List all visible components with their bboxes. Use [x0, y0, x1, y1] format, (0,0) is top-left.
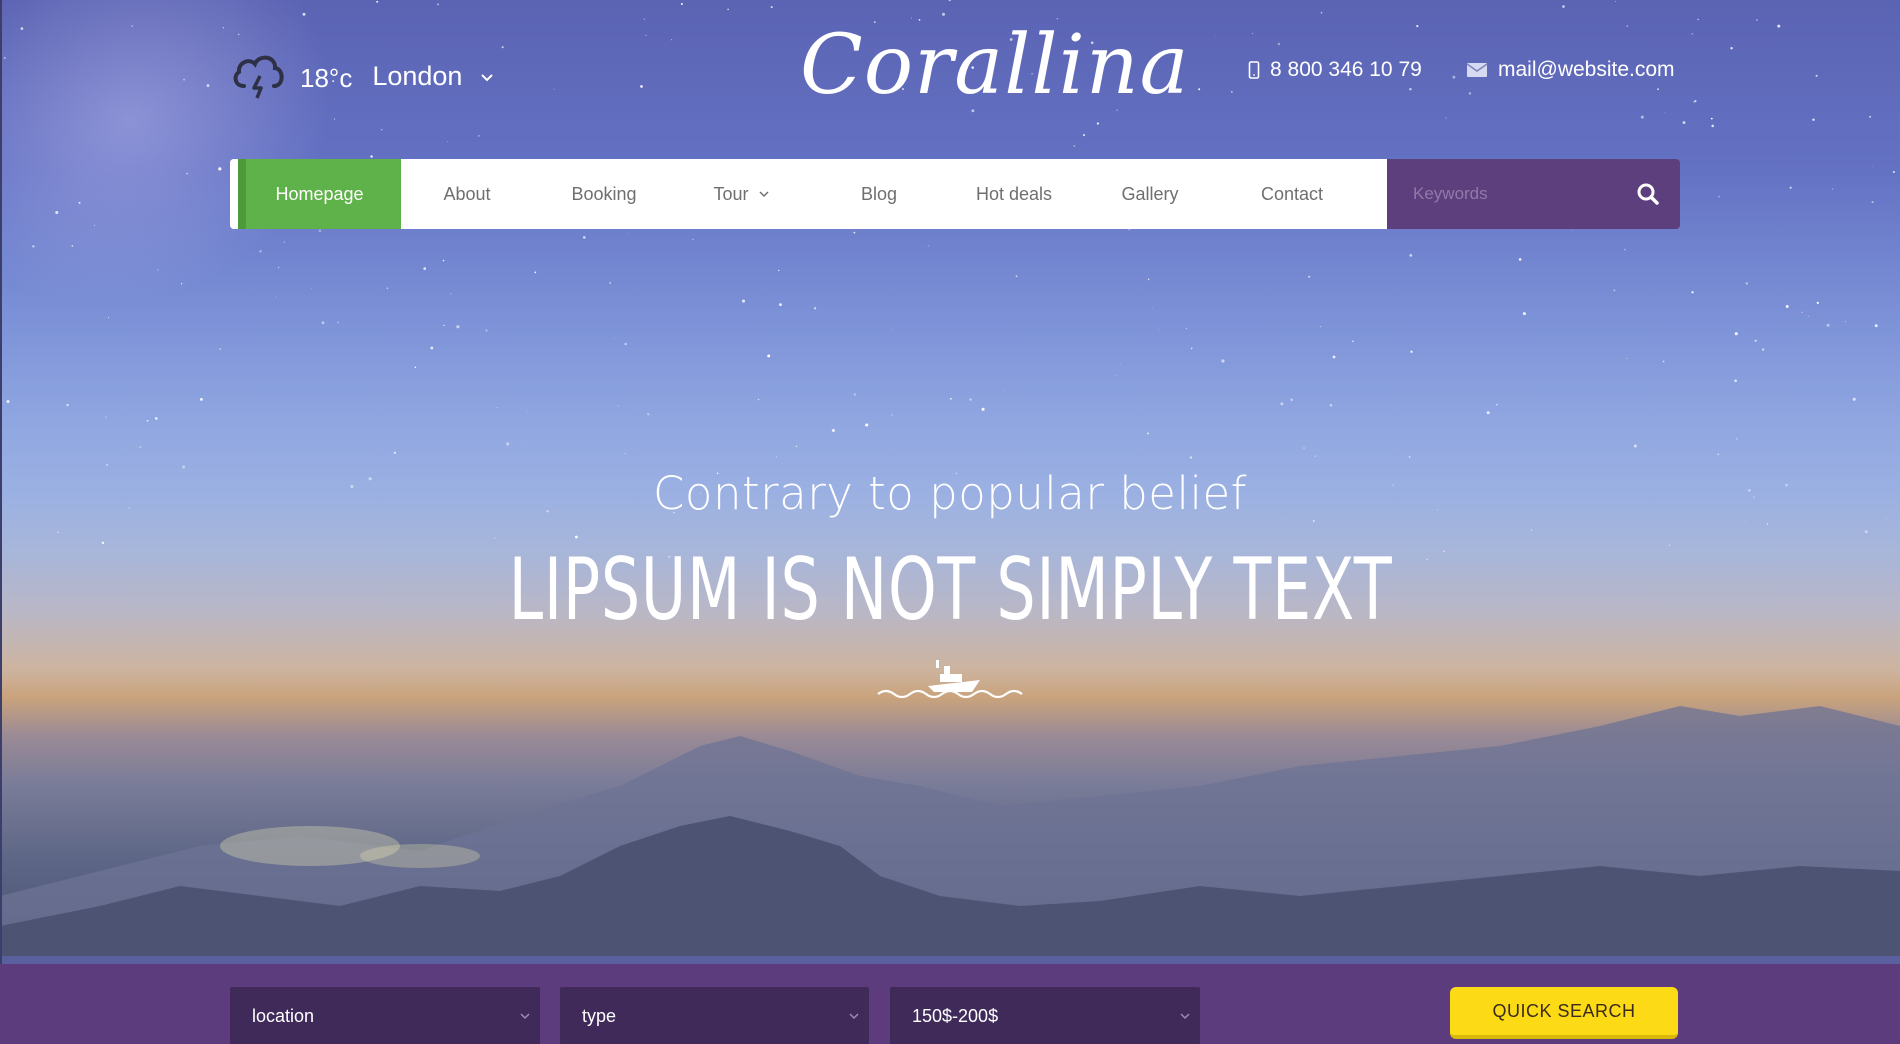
search-icon[interactable] — [1636, 182, 1660, 206]
email-address: mail@website.com — [1498, 58, 1675, 81]
nav-item-label: Tour — [713, 183, 749, 204]
nav-item-label: Homepage — [275, 183, 364, 204]
location-select[interactable]: location — [230, 987, 540, 1044]
phone-number: 8 800 346 10 79 — [1270, 58, 1422, 81]
search-box — [1387, 159, 1680, 229]
city-name: London — [372, 60, 463, 91]
hero-subtitle: Contrary to popular belief — [653, 467, 1247, 520]
nav-menu: Homepage About Booking Tour Blog Hot dea… — [230, 159, 1387, 229]
nav-item-label: Blog — [860, 183, 898, 204]
nav-item-homepage[interactable]: Homepage — [238, 159, 401, 229]
chevron-down-icon — [1180, 1013, 1190, 1020]
price-select-value: 150$-200$ — [912, 1005, 999, 1026]
storm-cloud-icon — [233, 55, 284, 99]
left-edge — [0, 0, 2, 1044]
type-select-value: type — [582, 1005, 617, 1026]
nav-item-label: Hot deals — [975, 183, 1053, 204]
nav-item-contact[interactable]: Contact — [1223, 159, 1361, 229]
ship-icon — [877, 660, 1023, 699]
nav-item-tour[interactable]: Tour — [675, 159, 807, 229]
search-input[interactable] — [1413, 184, 1636, 204]
nav-item-label: Gallery — [1121, 183, 1179, 204]
temperature: 18°c — [300, 62, 353, 93]
nav-item-label: About — [443, 183, 491, 204]
hero-headline: LIPSUM IS NOT SIMPLY TEXT — [508, 540, 1393, 640]
nav-item-label: Booking — [571, 183, 637, 204]
weather-widget[interactable]: 18°c London — [230, 48, 494, 100]
nav-item-gallery[interactable]: Gallery — [1077, 159, 1223, 229]
phone-contact[interactable]: 8 800 346 10 79 — [1248, 58, 1422, 82]
mountain-silhouette — [0, 706, 1900, 956]
mobile-phone-icon — [1248, 61, 1260, 79]
quick-search-button[interactable]: QUICK SEARCH — [1450, 987, 1678, 1039]
chevron-down-icon[interactable] — [480, 73, 494, 83]
email-contact[interactable]: mail@website.com — [1466, 58, 1675, 82]
chevron-down-icon — [758, 190, 769, 197]
chevron-down-icon — [849, 1013, 859, 1020]
price-select[interactable]: 150$-200$ — [890, 987, 1200, 1044]
location-select-value: location — [252, 1005, 315, 1026]
type-select[interactable]: type — [560, 987, 869, 1044]
main-navigation: Homepage About Booking Tour Blog Hot dea… — [230, 159, 1680, 229]
logo[interactable]: Corallina — [800, 18, 1190, 113]
nav-item-hot-deals[interactable]: Hot deals — [951, 159, 1077, 229]
nav-item-booking[interactable]: Booking — [533, 159, 675, 229]
nav-item-about[interactable]: About — [401, 159, 533, 229]
nav-item-blog[interactable]: Blog — [807, 159, 951, 229]
chevron-down-icon — [520, 1013, 530, 1020]
envelope-icon — [1466, 63, 1488, 77]
nav-item-label: Contact — [1260, 183, 1324, 204]
